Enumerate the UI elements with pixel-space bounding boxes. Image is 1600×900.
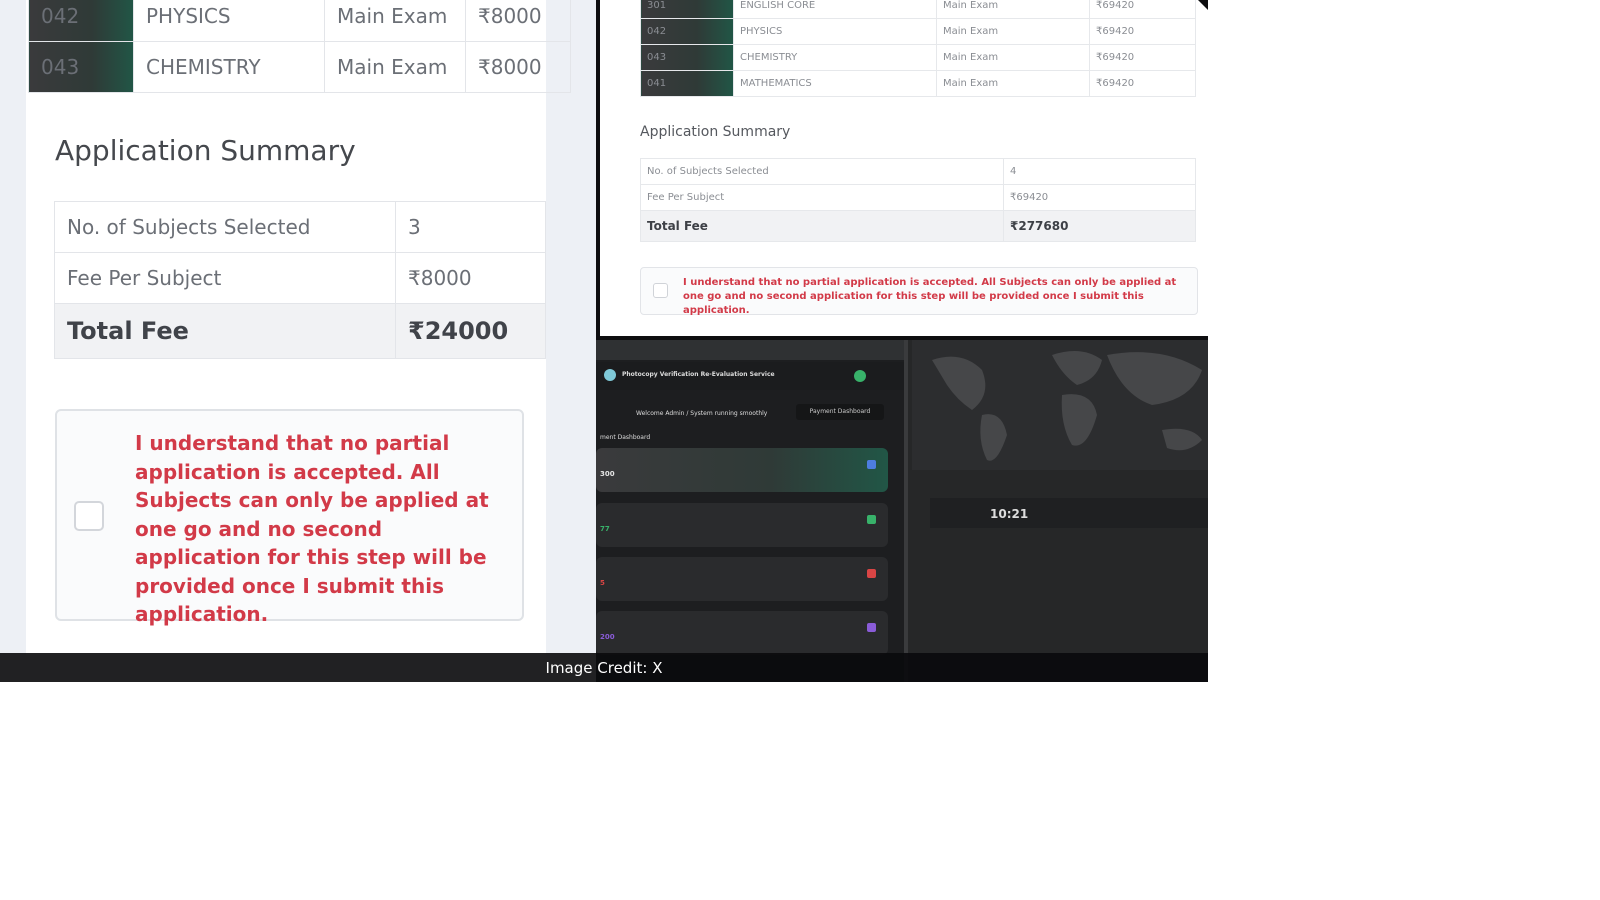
- subject-name: CHEMISTRY: [133, 41, 325, 93]
- table-row: Fee Per Subject ₹69420: [640, 184, 1196, 211]
- table-row: 041 MATHEMATICS Main Exam ₹69420: [640, 70, 1196, 97]
- subject-code: 041: [640, 70, 734, 97]
- world-map: [912, 340, 1208, 470]
- subjects-selected-value: 3: [395, 201, 546, 253]
- stat-value: 300: [600, 470, 615, 478]
- subject-code: 043: [640, 44, 734, 71]
- fee-per-subject-label: Fee Per Subject: [640, 184, 1004, 211]
- subject-fee: ₹69420: [1089, 0, 1196, 19]
- stat-card[interactable]: 77: [596, 503, 888, 547]
- subject-code: 301: [640, 0, 734, 19]
- table-row: 301 ENGLISH CORE Main Exam ₹69420: [640, 0, 1196, 19]
- image-credit-text: Image Credit: X: [545, 659, 663, 677]
- stat-value: 5: [600, 579, 605, 587]
- table-row: No. of Subjects Selected 4: [640, 158, 1196, 185]
- user-avatar[interactable]: [854, 370, 866, 382]
- fee-per-subject-value: ₹69420: [1003, 184, 1196, 211]
- acknowledgement-checkbox-small[interactable]: [653, 283, 668, 298]
- summary-table: No. of Subjects Selected 3 Fee Per Subje…: [54, 201, 546, 359]
- table-row: 042 PHYSICS Main Exam ₹69420: [640, 18, 1196, 45]
- subject-type: Main Exam: [936, 44, 1090, 71]
- subject-name: ENGLISH CORE: [733, 0, 937, 19]
- dark-dashboard-panel: Photocopy Verification Re-Evaluation Ser…: [596, 340, 1208, 682]
- table-row: Total Fee ₹24000: [54, 303, 546, 359]
- subjects-selected-label: No. of Subjects Selected: [54, 201, 396, 253]
- acknowledgement-box: I understand that no partial application…: [55, 409, 524, 626]
- total-fee-label: Total Fee: [54, 303, 396, 359]
- subject-type: Main Exam: [324, 0, 466, 42]
- clock-time: 10:21: [990, 507, 1029, 521]
- subject-type: Main Exam: [324, 41, 466, 93]
- acknowledgement-checkbox[interactable]: [74, 501, 104, 531]
- browser-url-bar[interactable]: [596, 340, 906, 360]
- browser-window: Photocopy Verification Re-Evaluation Ser…: [596, 340, 906, 682]
- composite-screenshot: 042 PHYSICS Main Exam ₹8000 043 CHEMISTR…: [0, 0, 1208, 682]
- total-fee-label: Total Fee: [640, 210, 1004, 242]
- table-row: Fee Per Subject ₹8000: [54, 252, 546, 304]
- subjects-table: 042 PHYSICS Main Exam ₹8000 043 CHEMISTR…: [28, 0, 571, 93]
- acknowledgement-text-small: I understand that no partial application…: [683, 277, 1177, 316]
- subject-fee: ₹69420: [1089, 44, 1196, 71]
- subject-fee: ₹8000: [465, 41, 571, 93]
- application-summary-heading: Application Summary: [55, 134, 356, 167]
- corner-marker: [1198, 0, 1208, 10]
- world-map-icon: [932, 351, 1202, 461]
- stat-icon: [867, 460, 876, 469]
- subjects-selected-value: 4: [1003, 158, 1196, 185]
- subject-type: Main Exam: [936, 70, 1090, 97]
- app-logo-icon: [604, 369, 616, 381]
- subject-fee: ₹8000: [465, 0, 571, 42]
- image-credit-bar: Image Credit: X: [0, 653, 1208, 682]
- total-fee-value: ₹24000: [395, 303, 546, 359]
- stat-value: 200: [600, 633, 615, 641]
- subject-name: CHEMISTRY: [733, 44, 937, 71]
- stat-card[interactable]: 5: [596, 557, 888, 601]
- table-row: No. of Subjects Selected 3: [54, 201, 546, 253]
- app-title: Photocopy Verification Re-Evaluation Ser…: [622, 371, 775, 378]
- zoomed-form-panel: 042 PHYSICS Main Exam ₹8000 043 CHEMISTR…: [0, 0, 596, 682]
- subject-code: 042: [640, 18, 734, 45]
- subjects-table-small: 301 ENGLISH CORE Main Exam ₹69420 042 PH…: [640, 0, 1196, 97]
- subject-code: 042: [28, 0, 134, 42]
- acknowledgement-text: I understand that no partial application…: [135, 431, 489, 626]
- stat-value: 77: [600, 525, 610, 533]
- table-row: 043 CHEMISTRY Main Exam ₹8000: [28, 41, 571, 93]
- stat-card[interactable]: 200: [596, 611, 888, 655]
- application-summary-heading-small: Application Summary: [640, 124, 791, 140]
- subject-name: PHYSICS: [733, 18, 937, 45]
- acknowledgement-box-small: I understand that no partial application…: [640, 267, 1198, 316]
- subjects-selected-label: No. of Subjects Selected: [640, 158, 1004, 185]
- summary-table-small: No. of Subjects Selected 4 Fee Per Subje…: [640, 158, 1196, 242]
- dashboard-section-label: ment Dashboard: [600, 434, 651, 441]
- thumbnail-form-panel: 301 ENGLISH CORE Main Exam ₹69420 042 PH…: [596, 0, 1208, 340]
- table-row: Total Fee ₹277680: [640, 210, 1196, 242]
- subject-fee: ₹69420: [1089, 70, 1196, 97]
- table-row: 043 CHEMISTRY Main Exam ₹69420: [640, 44, 1196, 71]
- window-divider: [904, 340, 908, 682]
- stat-icon: [867, 623, 876, 632]
- table-row: 042 PHYSICS Main Exam ₹8000: [28, 0, 571, 42]
- subject-code: 043: [28, 41, 134, 93]
- total-fee-value: ₹277680: [1003, 210, 1196, 242]
- subject-fee: ₹69420: [1089, 18, 1196, 45]
- subject-type: Main Exam: [936, 18, 1090, 45]
- payment-dashboard-button[interactable]: Payment Dashboard: [796, 404, 884, 420]
- fee-per-subject-label: Fee Per Subject: [54, 252, 396, 304]
- stat-icon: [867, 515, 876, 524]
- clock-bar: 10:21: [930, 498, 1208, 528]
- fee-per-subject-value: ₹8000: [395, 252, 546, 304]
- stat-card[interactable]: 300: [596, 448, 888, 492]
- stat-icon: [867, 569, 876, 578]
- app-header: Photocopy Verification Re-Evaluation Ser…: [596, 362, 906, 390]
- subject-name: PHYSICS: [133, 0, 325, 42]
- welcome-banner: Welcome Admin / System running smoothly: [636, 410, 768, 417]
- subject-name: MATHEMATICS: [733, 70, 937, 97]
- subject-type: Main Exam: [936, 0, 1090, 19]
